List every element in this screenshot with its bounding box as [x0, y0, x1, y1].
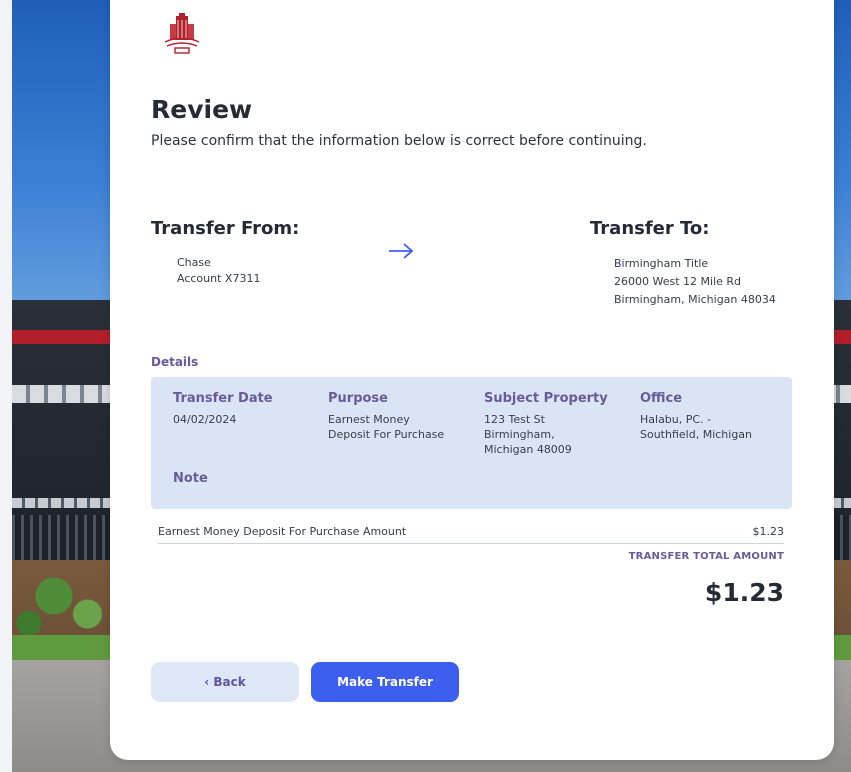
transfer-date-value: 04/02/2024: [173, 413, 237, 426]
details-subject-property: Subject Property 123 Test St Birmingham,…: [484, 391, 608, 457]
transfer-date-label: Transfer Date: [173, 391, 273, 406]
transfer-to-address2: Birmingham, Michigan 48034: [614, 293, 776, 306]
note-label: Note: [173, 471, 208, 486]
transfer-to-title: Transfer To:: [590, 218, 710, 239]
details-label: Details: [151, 355, 199, 369]
subject-property-label: Subject Property: [484, 391, 608, 406]
purpose-label: Purpose: [328, 391, 388, 406]
details-office: Office Halabu, PC. - Southfield, Michiga…: [640, 391, 752, 442]
building-logo-icon: [164, 13, 200, 54]
office-value-line2: Southfield, Michigan: [640, 428, 753, 441]
transfer-to-address1: 26000 West 12 Mile Rd: [614, 275, 742, 288]
subject-property-line2: Birmingham,: [484, 428, 555, 441]
make-transfer-button[interactable]: Make Transfer: [311, 662, 459, 702]
details-purpose: Purpose Earnest Money Deposit For Purcha…: [328, 391, 444, 442]
office-label: Office: [640, 391, 683, 406]
office-value-line1: Halabu, PC. -: [640, 413, 712, 426]
amount-row: Earnest Money Deposit For Purchase Amoun…: [158, 523, 784, 544]
details-transfer-date: Transfer Date 04/02/2024: [173, 391, 273, 427]
subject-property-line3: Michigan 48009: [484, 443, 572, 456]
amount-value: $1.23: [752, 525, 785, 538]
purpose-value-line1: Earnest Money: [328, 413, 410, 426]
total-amount-label: TRANSFER TOTAL AMOUNT: [628, 551, 784, 562]
transfer-from-details: Chase Account X7311: [177, 255, 260, 287]
transfer-from-title: Transfer From:: [151, 218, 300, 239]
transfer-to-name: Birmingham Title: [614, 257, 709, 270]
arrow-right-icon: [389, 243, 414, 259]
background-left-strip: [0, 0, 12, 772]
purpose-value-line2: Deposit For Purchase: [328, 428, 445, 441]
transfer-to-details: Birmingham Title 26000 West 12 Mile Rd B…: [614, 255, 776, 309]
subject-property-line1: 123 Test St: [484, 413, 545, 426]
details-box: Transfer Date 04/02/2024 Purpose Earnest…: [151, 377, 792, 509]
total-amount-value: $1.23: [704, 578, 784, 607]
page-subtitle: Please confirm that the information belo…: [151, 133, 647, 149]
transfer-from-account: Account X7311: [177, 272, 261, 285]
transfer-from-bank: Chase: [177, 256, 211, 269]
amount-label: Earnest Money Deposit For Purchase Amoun…: [158, 525, 407, 538]
page-title: Review: [151, 95, 253, 124]
review-card: Review Please confirm that the informati…: [110, 0, 834, 760]
back-button[interactable]: ‹ Back: [151, 662, 299, 702]
